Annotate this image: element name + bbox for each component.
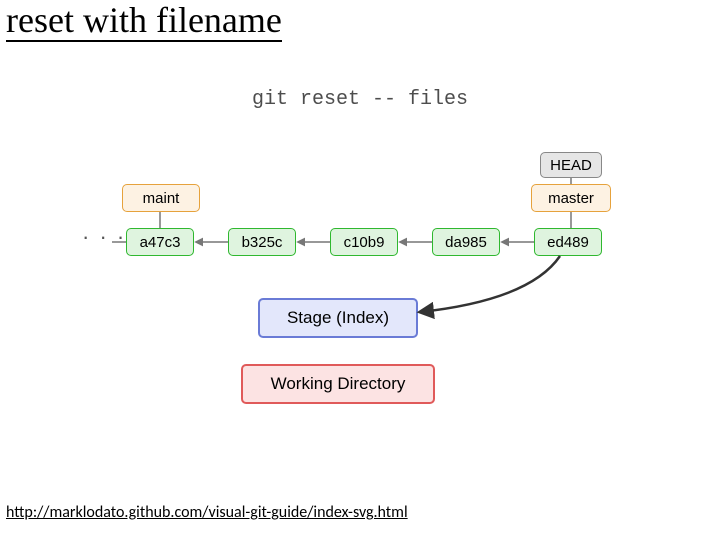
commit-2: c10b9 [330,228,398,256]
slide-title: reset with filename [6,2,282,42]
commit-0: a47c3 [126,228,194,256]
source-url[interactable]: http://marklodato.github.com/visual-git-… [6,503,408,522]
commit-4: ed489 [534,228,602,256]
ellipsis: · · · [82,224,126,250]
git-command: git reset -- files [0,88,720,111]
branch-maint: maint [122,184,200,212]
head-ref: HEAD [540,152,602,178]
stage-box: Stage (Index) [258,298,418,338]
diagram-arrows [0,0,720,540]
commit-3: da985 [432,228,500,256]
commit-1: b325c [228,228,296,256]
working-dir-box: Working Directory [241,364,435,404]
branch-master: master [531,184,611,212]
